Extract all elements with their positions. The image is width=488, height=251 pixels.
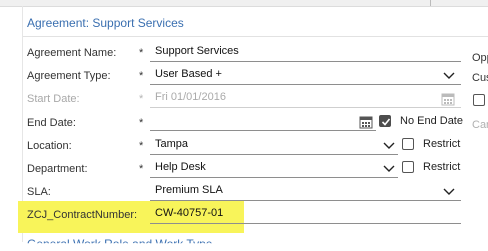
- agreement-type-label: Agreement Type:: [27, 70, 111, 82]
- end-date-input[interactable]: [150, 113, 376, 131]
- end-date-label: End Date:: [27, 117, 76, 129]
- section-title: Agreement: Support Services: [27, 16, 184, 30]
- contract-number-label: ZCJ_ContractNumber:: [27, 209, 138, 221]
- department-restrict-checkbox[interactable]: [402, 161, 414, 173]
- start-date-value: Fri 01/01/2016: [155, 91, 226, 103]
- right-checkbox[interactable]: [473, 94, 485, 106]
- section-divider: [23, 36, 488, 37]
- sla-label: SLA:: [27, 186, 51, 198]
- agreement-name-input[interactable]: Support Services: [150, 44, 461, 62]
- chevron-down-icon[interactable]: [442, 71, 456, 81]
- calendar-icon[interactable]: [441, 92, 455, 106]
- agreement-name-value: Support Services: [155, 45, 239, 57]
- agreement-type-value: User Based +: [155, 68, 222, 80]
- top-divider: [430, 0, 431, 6]
- required-marker: *: [139, 70, 144, 82]
- chevron-down-icon[interactable]: [382, 164, 396, 174]
- location-select[interactable]: Tampa: [150, 137, 398, 155]
- department-select[interactable]: Help Desk: [150, 160, 398, 178]
- sla-select[interactable]: Premium SLA: [150, 183, 461, 201]
- next-section-title: General Work Role and Work Type: [27, 237, 213, 251]
- location-value: Tampa: [155, 138, 189, 150]
- calendar-icon[interactable]: [359, 115, 373, 129]
- start-date-input[interactable]: Fri 01/01/2016: [150, 90, 461, 108]
- contract-number-value: CW-40757-01: [155, 207, 224, 219]
- department-restrict-label: Restrict: [423, 161, 461, 173]
- no-end-date-label: No End Date: [400, 115, 463, 127]
- location-label: Location:: [27, 140, 72, 152]
- sla-value: Premium SLA: [155, 184, 223, 196]
- required-marker: *: [139, 93, 144, 105]
- department-value: Help Desk: [155, 161, 206, 173]
- department-label: Department:: [27, 163, 88, 175]
- opp-label: Opp: [472, 52, 488, 64]
- chevron-down-icon[interactable]: [382, 141, 396, 151]
- required-marker: *: [139, 163, 144, 175]
- no-end-date-checkbox[interactable]: [379, 115, 391, 127]
- chevron-down-icon[interactable]: [442, 187, 456, 197]
- car-label: Car: [472, 119, 488, 131]
- start-date-label: Start Date:: [27, 93, 80, 105]
- location-restrict-label: Restrict: [423, 138, 461, 150]
- required-marker: *: [139, 47, 144, 59]
- location-restrict-checkbox[interactable]: [402, 138, 414, 150]
- checkmark-icon: [381, 118, 391, 126]
- agreement-type-select[interactable]: User Based +: [150, 67, 461, 85]
- required-marker: *: [139, 117, 144, 129]
- agreement-name-label: Agreement Name:: [27, 47, 117, 59]
- required-marker: *: [139, 140, 144, 152]
- contract-number-input[interactable]: CW-40757-01: [150, 206, 461, 224]
- cus-label: Cus: [472, 72, 488, 84]
- top-scroll-area: [0, 0, 488, 7]
